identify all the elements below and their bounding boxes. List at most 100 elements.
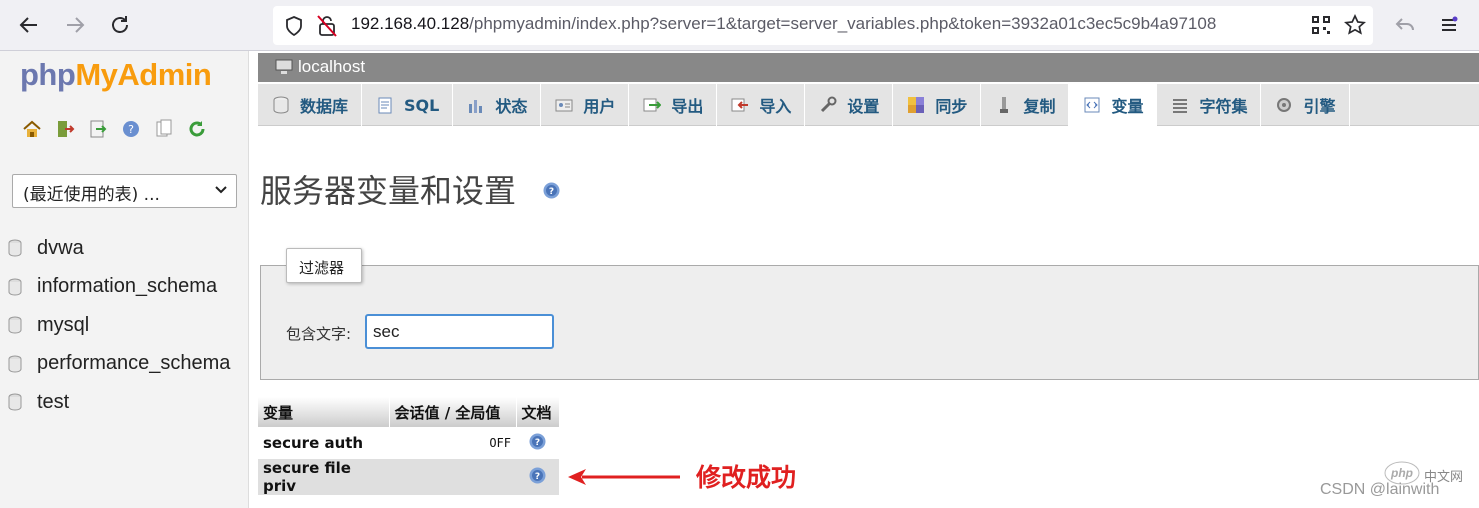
database-name[interactable]: mysql — [37, 314, 89, 337]
database-name[interactable]: information_schema — [37, 275, 217, 298]
variables-icon — [1084, 97, 1100, 113]
phpmyadmin-logo[interactable]: phpMyAdmin — [20, 57, 212, 93]
tab-label: 状态 — [495, 97, 528, 116]
home-icon[interactable] — [22, 119, 42, 139]
tab-label: 用户 — [583, 97, 616, 116]
url-host: 192.168.40.128 — [351, 14, 470, 33]
tab-label: 变量 — [1111, 97, 1144, 116]
users-icon — [555, 99, 573, 112]
reload-button[interactable] — [105, 10, 135, 40]
sync-icon — [908, 97, 925, 113]
variables-table: 变量 会话值 / 全局值 文档 secure auth OFF ? secure… — [258, 397, 560, 495]
database-icon — [273, 96, 289, 114]
back-arrow-icon — [19, 17, 37, 33]
documentation-cell: ? — [516, 459, 559, 495]
insecure-lock-icon — [317, 15, 337, 37]
annotation-arrow-icon — [568, 469, 680, 485]
engine-icon — [1277, 98, 1292, 112]
help-icon[interactable]: ? — [121, 119, 141, 139]
tab-status[interactable]: 状态 — [453, 84, 542, 126]
header-value: 会话值 / 全局值 — [389, 397, 517, 427]
tab-variables[interactable]: 变量 — [1069, 84, 1158, 126]
database-name[interactable]: test — [37, 391, 69, 414]
database-name[interactable]: performance_schema — [37, 352, 230, 375]
help-icon[interactable]: ? — [529, 433, 546, 450]
database-icon — [8, 239, 22, 257]
export-icon — [643, 98, 662, 112]
svg-text:?: ? — [128, 123, 134, 136]
database-item[interactable]: test — [8, 383, 230, 422]
import-icon — [731, 98, 749, 112]
svg-text:?: ? — [549, 187, 554, 197]
database-item[interactable]: information_schema — [8, 268, 230, 307]
reload-navigation-icon[interactable] — [187, 119, 207, 139]
database-item[interactable]: mysql — [8, 306, 230, 345]
tab-sql[interactable]: SQL — [362, 84, 454, 126]
tab-label: 引擎 — [1303, 97, 1336, 116]
charset-icon — [1173, 99, 1188, 113]
sidebar: phpMyAdmin ? (最近使用的表) ... dvwa informati… — [0, 51, 249, 508]
header-variable[interactable]: 变量 — [258, 397, 390, 427]
tab-users[interactable]: 用户 — [541, 84, 630, 126]
sidebar-icon-bar: ? — [22, 119, 207, 139]
qr-code-icon[interactable] — [1311, 15, 1331, 35]
browser-toolbar: 192.168.40.128/phpmyadmin/index.php?serv… — [0, 0, 1479, 51]
tab-label: 设置 — [847, 97, 880, 116]
database-icon — [8, 278, 22, 296]
tab-charset[interactable]: 字符集 — [1157, 84, 1262, 126]
url-path: /phpmyadmin/index.php?server=1&target=se… — [469, 14, 1217, 33]
help-icon[interactable]: ? — [543, 182, 560, 199]
main-tabs: 数据库 SQL 状态 用户 导出 导入 设置 同步 复制 变量 字符集 引擎 — [258, 84, 1479, 126]
watermark-csdn: CSDN @lainwith — [1320, 481, 1440, 498]
server-name-link[interactable]: localhost — [298, 57, 365, 77]
tab-label: 导出 — [671, 97, 704, 116]
status-icon — [469, 100, 483, 113]
variable-value[interactable]: OFF — [389, 427, 516, 459]
undo-arrow-icon — [1395, 18, 1414, 31]
help-icon[interactable]: ? — [529, 467, 546, 484]
tab-database[interactable]: 数据库 — [258, 84, 363, 126]
variable-value[interactable] — [389, 459, 516, 495]
sql-icon — [378, 97, 392, 114]
table-row: secure auth OFF ? — [258, 427, 559, 459]
settings-icon — [821, 96, 837, 113]
filter-label: 包含文字: — [286, 325, 352, 343]
hamburger-menu-icon — [1442, 16, 1458, 31]
tab-sync[interactable]: 同步 — [893, 84, 982, 126]
share-button[interactable] — [1390, 10, 1420, 40]
bookmark-star-icon[interactable] — [1344, 14, 1366, 36]
database-item[interactable]: performance_schema — [8, 345, 230, 384]
tab-settings[interactable]: 设置 — [805, 84, 894, 126]
filter-legend: 过滤器 — [286, 248, 362, 283]
recent-tables-select[interactable]: (最近使用的表) ... — [12, 174, 237, 208]
documentation-icon[interactable] — [154, 119, 174, 139]
server-icon — [275, 59, 293, 74]
annotation-text: 修改成功 — [696, 463, 797, 492]
logo-php-text: php — [20, 57, 76, 92]
database-item[interactable]: dvwa — [8, 229, 230, 268]
logout-icon[interactable] — [55, 119, 75, 139]
database-icon — [8, 316, 22, 334]
svg-text:?: ? — [535, 438, 540, 448]
table-row: secure file priv ? — [258, 459, 559, 495]
tab-replication[interactable]: 复制 — [981, 84, 1070, 126]
filter-text-input[interactable] — [365, 314, 554, 349]
database-list: dvwa information_schema mysql performanc… — [8, 229, 230, 422]
logo-myadmin-text: MyAdmin — [75, 57, 212, 92]
reload-icon — [112, 16, 128, 33]
forward-button[interactable] — [60, 10, 90, 40]
server-breadcrumb: localhost — [258, 53, 1479, 82]
tab-engine[interactable]: 引擎 — [1261, 84, 1350, 126]
tab-label: 导入 — [759, 97, 792, 116]
tab-import[interactable]: 导入 — [717, 84, 806, 126]
menu-button[interactable] — [1434, 10, 1464, 40]
tab-export[interactable]: 导出 — [629, 84, 718, 126]
back-button[interactable] — [14, 10, 44, 40]
database-name[interactable]: dvwa — [37, 237, 84, 260]
sql-query-icon[interactable] — [88, 119, 108, 139]
tab-label: 字符集 — [1199, 97, 1248, 116]
address-bar[interactable]: 192.168.40.128/phpmyadmin/index.php?serv… — [273, 6, 1373, 45]
tab-label: 数据库 — [300, 97, 349, 116]
database-icon — [8, 355, 22, 373]
tab-label: 同步 — [935, 97, 968, 116]
